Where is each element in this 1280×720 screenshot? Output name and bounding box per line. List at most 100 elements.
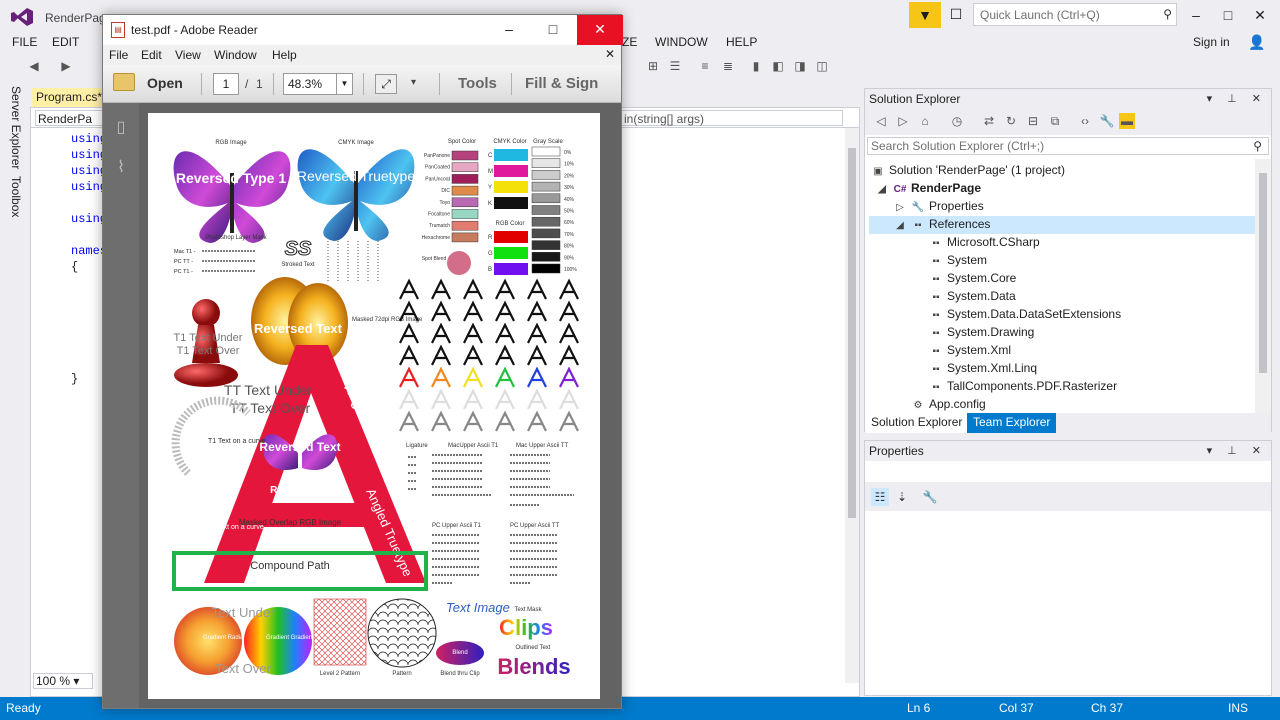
solution-scrollbar[interactable] [1255, 159, 1271, 413]
tree-item-reference[interactable]: ▪▪ System.Drawing [929, 325, 1034, 339]
indent-icon[interactable]: ☰ [667, 58, 683, 74]
menu-analyze[interactable]: ZE [622, 35, 637, 49]
quick-launch-input[interactable]: Quick Launch (Ctrl+Q) ⚲ [973, 3, 1177, 26]
tree-item-solution[interactable]: ▣ Solution 'RenderPage' (1 project) [871, 163, 1065, 177]
collapse-arrow-icon[interactable]: ◢ [875, 184, 889, 195]
tree-item-reference[interactable]: ▪▪ System.Data.DataSetExtensions [929, 307, 1121, 321]
tree-item-references[interactable]: ◢ ▪▪ References [893, 217, 990, 231]
zoom-value: 48.3% [288, 77, 323, 91]
properties-object-selector[interactable] [865, 461, 1271, 483]
gray-swatch-label: 10% [564, 162, 575, 168]
forward-icon[interactable]: ▶ [58, 58, 74, 74]
back-icon[interactable]: ◁ [873, 113, 889, 129]
reader-menu-view[interactable]: View [175, 48, 201, 62]
panel-window-controls[interactable]: ▾ ⊥ ✕ [1207, 92, 1267, 105]
solution-icon: ▣ [873, 166, 883, 177]
attachment-icon[interactable]: ⌇ [112, 157, 130, 177]
scrollbar-thumb[interactable] [1259, 173, 1267, 373]
toolbox-tab[interactable]: Toolbox [9, 176, 23, 217]
tree-item-reference[interactable]: ▪▪ System [929, 253, 987, 267]
toolbar-divider [511, 73, 512, 95]
reader-menu-file[interactable]: File [109, 48, 128, 62]
uncomment-icon[interactable]: ≣ [720, 58, 736, 74]
clear-bookmarks-icon[interactable]: ◫ [814, 58, 830, 74]
collapse-icon[interactable]: ⊟ [1025, 113, 1041, 129]
document-area[interactable]: RGB Image Reversed Type 1 Photoshop Laye… [139, 103, 621, 708]
tree-item-project[interactable]: ◢ C# RenderPage [875, 181, 981, 195]
panel-window-controls[interactable]: ▾ ⊥ ✕ [1207, 444, 1267, 457]
label-cmyk-color: CMYK Color [493, 139, 526, 145]
tree-item-reference[interactable]: ▪▪ TallComponents.PDF.Rasterizer [929, 379, 1117, 393]
expand-arrow-icon[interactable]: ▷ [893, 202, 907, 213]
label-outlined-text: Outlined Text [516, 645, 551, 651]
open-button[interactable]: Open [111, 71, 195, 97]
preview-icon[interactable]: ▬ [1119, 113, 1135, 129]
server-explorer-tab[interactable]: Server Explorer [9, 86, 23, 169]
fit-page-icon[interactable]: ⤢ [375, 74, 397, 94]
minimize-button[interactable]: – [1181, 4, 1211, 26]
notification-flag-icon[interactable]: ▼ [909, 2, 941, 28]
editor-zoom-select[interactable]: 100 % ▾ [33, 673, 93, 689]
fill-sign-button[interactable]: Fill & Sign [525, 75, 598, 92]
property-pages-icon[interactable]: 🔧 [921, 488, 939, 506]
label-gradient-radial: Gradient Radial [203, 635, 245, 641]
align-icon[interactable]: ⊞ [645, 58, 661, 74]
show-all-icon[interactable]: ⧉ [1047, 113, 1063, 129]
scrollbar-thumb[interactable] [848, 148, 856, 518]
tree-item-reference[interactable]: ▪▪ System.Xml [929, 343, 1011, 357]
solution-search-input[interactable]: Search Solution Explorer (Ctrl+;) ⚲ [867, 137, 1269, 155]
member-dropdown[interactable]: in(string[] args) [621, 110, 843, 126]
history-icon[interactable]: ◷ [949, 113, 965, 129]
menu-file[interactable]: FILE [12, 35, 37, 49]
sync-icon[interactable]: ⇄ [981, 113, 997, 129]
status-line: Ln 6 [907, 701, 931, 715]
categorized-icon[interactable]: ☷ [871, 488, 889, 506]
feedback-icon[interactable]: ☐ [946, 6, 966, 24]
close-document-icon[interactable]: ✕ [605, 47, 615, 61]
close-button[interactable]: ✕ [1245, 4, 1275, 26]
bookmark-icon[interactable]: ▮ [748, 58, 764, 74]
tree-item-app-config[interactable]: ⚙ App.config [911, 397, 986, 411]
comment-icon[interactable]: ≡ [697, 58, 713, 74]
page-number-input[interactable]: 1 [213, 73, 239, 95]
tree-item-reference[interactable]: ▪▪ System.Core [929, 271, 1016, 285]
reader-menu-help[interactable]: Help [272, 48, 297, 62]
reader-minimize-button[interactable]: – [487, 15, 531, 45]
refresh-icon[interactable]: ↻ [1003, 113, 1019, 129]
next-bookmark-icon[interactable]: ◨ [792, 58, 808, 74]
reader-maximize-button[interactable]: □ [531, 15, 575, 45]
tree-item-reference[interactable]: ▪▪ Microsoft.CSharp [929, 235, 1039, 249]
tab-team-explorer[interactable]: Team Explorer [967, 413, 1057, 433]
pages-icon[interactable]: ▯ [112, 117, 130, 137]
gray-swatch [531, 158, 561, 168]
properties-wrench-icon[interactable]: 🔧 [1099, 113, 1115, 129]
collapse-arrow-icon[interactable]: ◢ [893, 220, 907, 231]
prev-bookmark-icon[interactable]: ◧ [770, 58, 786, 74]
reader-menu-edit[interactable]: Edit [141, 48, 162, 62]
forward-icon[interactable]: ▷ [895, 113, 911, 129]
tab-program-cs[interactable]: Program.cs* [32, 88, 102, 108]
tree-item-reference[interactable]: ▪▪ System.Xml.Linq [929, 361, 1037, 375]
maximize-button[interactable]: □ [1213, 4, 1243, 26]
back-icon[interactable]: ◀ [26, 58, 42, 74]
chevron-down-icon[interactable]: ▼ [336, 74, 352, 94]
tab-solution-explorer[interactable]: Solution Explorer [865, 413, 969, 433]
more-tools-icon[interactable]: ▾ [411, 77, 416, 88]
alphabetical-icon[interactable]: ⇣ [893, 488, 911, 506]
zoom-select[interactable]: 48.3% ▼ [283, 73, 353, 95]
menu-help[interactable]: HELP [726, 35, 757, 49]
tools-button[interactable]: Tools [458, 75, 497, 92]
sign-in-link[interactable]: Sign in [1193, 35, 1230, 49]
menu-window[interactable]: WINDOW [655, 35, 708, 49]
account-icon[interactable]: 👤 [1248, 34, 1266, 52]
reader-close-button[interactable]: ✕ [577, 15, 623, 45]
reader-menu-window[interactable]: Window [214, 48, 257, 62]
menu-edit[interactable]: EDIT [52, 35, 79, 49]
view-code-icon[interactable]: ‹› [1077, 113, 1093, 129]
editor-scrollbar[interactable] [845, 128, 859, 683]
tree-item-reference[interactable]: ▪▪ System.Data [929, 289, 1015, 303]
label-reversed-text-top: Reversed Text [254, 321, 343, 336]
home-icon[interactable]: ⌂ [917, 113, 933, 129]
project-dropdown[interactable]: RenderPa [35, 110, 105, 126]
tree-item-properties[interactable]: ▷ 🔧 Properties [893, 199, 984, 213]
